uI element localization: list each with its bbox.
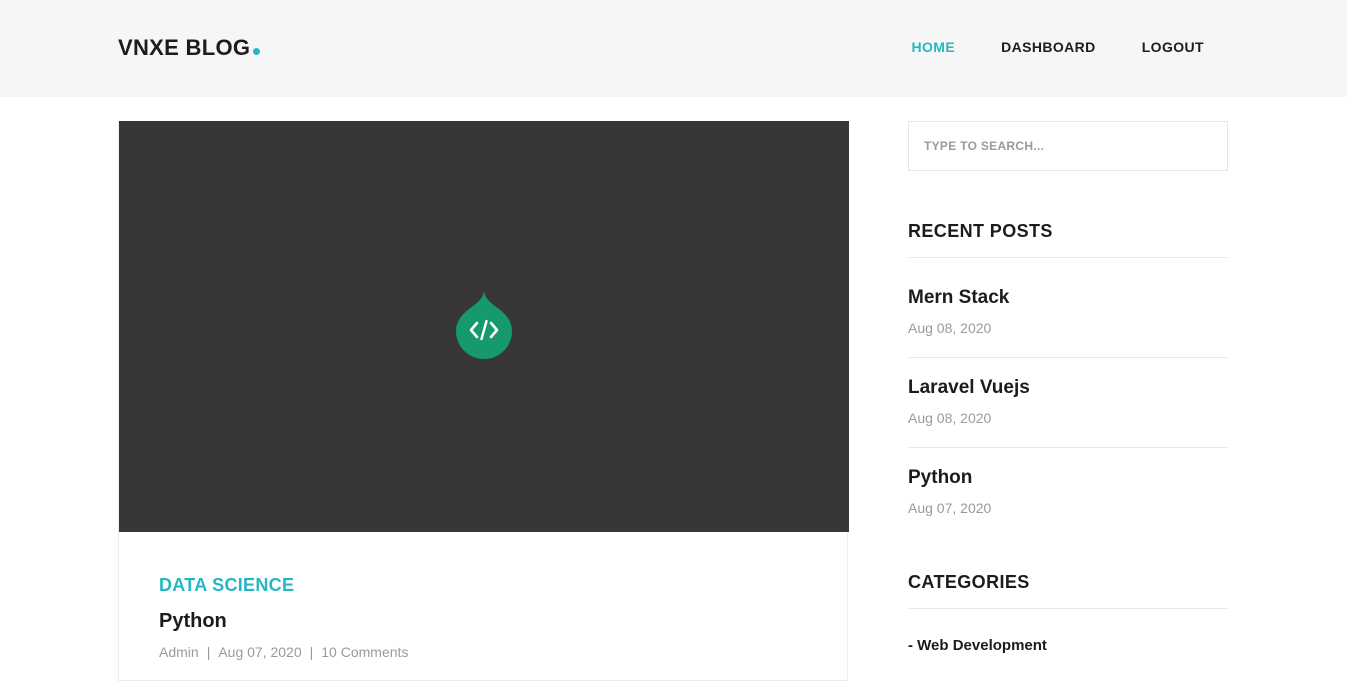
categories-title: CATEGORIES (908, 572, 1030, 592)
search-input[interactable] (908, 121, 1228, 171)
divider (908, 608, 1228, 609)
code-drop-icon (456, 291, 512, 359)
post-meta: Admin | Aug 07, 2020 | 10 Comments (159, 643, 408, 661)
recent-post-item: Laravel Vuejs Aug 08, 2020 (908, 376, 1228, 427)
logo-text[interactable]: VNXE BLOG (118, 35, 250, 60)
recent-post-item: Mern Stack Aug 08, 2020 (908, 286, 1228, 337)
recent-post-date: Aug 08, 2020 (908, 410, 992, 426)
nav-dashboard-link[interactable]: DASHBOARD (1001, 38, 1096, 56)
main-nav: HOME DASHBOARD LOGOUT (865, 38, 1204, 56)
divider (908, 357, 1228, 358)
post-card: DATA SCIENCE Python Admin | Aug 07, 2020… (118, 121, 849, 681)
nav-home-link[interactable]: HOME (911, 38, 955, 56)
recent-post-date: Aug 08, 2020 (908, 320, 992, 336)
nav-logout-link[interactable]: LOGOUT (1142, 38, 1204, 56)
meta-separator: | (309, 644, 314, 660)
post-comments[interactable]: 10 Comments (321, 643, 408, 661)
recent-post-item: Python Aug 07, 2020 (908, 466, 1228, 517)
divider (908, 447, 1228, 448)
recent-post-title[interactable]: Python (908, 466, 1228, 490)
post-category-link[interactable]: DATA SCIENCE (159, 573, 408, 597)
recent-post-title[interactable]: Mern Stack (908, 286, 1228, 310)
site-header: VNXE BLOG HOME DASHBOARD LOGOUT (0, 0, 1347, 97)
divider (908, 257, 1228, 258)
recent-posts-title: RECENT POSTS (908, 221, 1053, 241)
logo-dot (253, 48, 261, 55)
post-body: DATA SCIENCE Python Admin | Aug 07, 2020… (159, 573, 408, 661)
meta-separator: | (206, 644, 211, 660)
category-link-web-development[interactable]: - Web Development (908, 636, 1047, 656)
sidebar: RECENT POSTS Mern Stack Aug 08, 2020 Lar… (908, 121, 1228, 654)
recent-post-title[interactable]: Laravel Vuejs (908, 376, 1228, 400)
post-date: Aug 07, 2020 (218, 644, 302, 660)
post-featured-image[interactable] (119, 121, 849, 532)
post-author[interactable]: Admin (159, 643, 199, 661)
site-logo[interactable]: VNXE BLOG (118, 34, 261, 62)
recent-post-date: Aug 07, 2020 (908, 500, 992, 516)
post-title[interactable]: Python (159, 609, 408, 633)
